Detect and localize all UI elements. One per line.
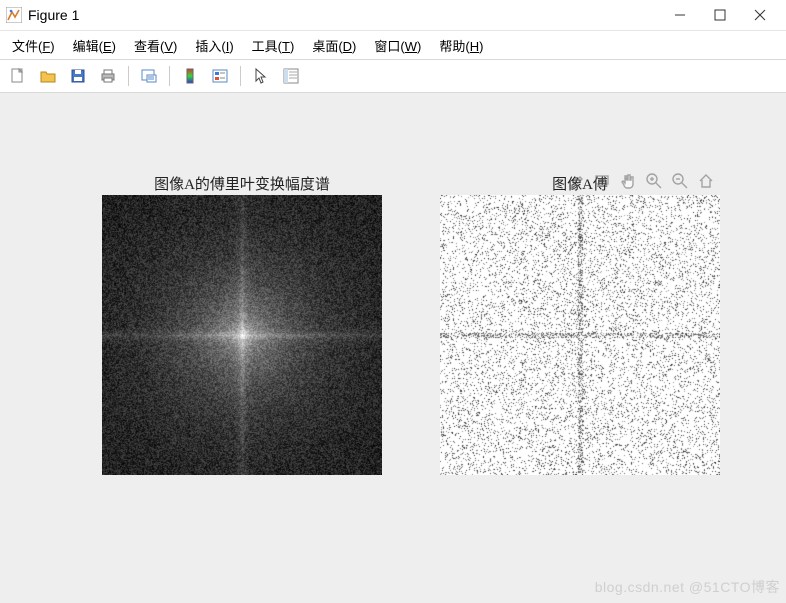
menu-bar: 文件(F) 编辑(E) 查看(V) 插入(I) 工具(T) 桌面(D) 窗口(W… xyxy=(0,31,786,60)
fft-phase-image[interactable] xyxy=(440,195,720,475)
figure-toolbar xyxy=(0,60,786,93)
data-tip-icon[interactable] xyxy=(592,171,612,191)
colorbar-button[interactable] xyxy=(178,64,202,88)
subplot-left[interactable] xyxy=(102,195,382,475)
menu-window[interactable]: 窗口(W) xyxy=(370,34,425,57)
print-button[interactable] xyxy=(96,64,120,88)
toolbar-separator xyxy=(240,66,241,86)
open-button[interactable] xyxy=(36,64,60,88)
toolbar-separator xyxy=(128,66,129,86)
menu-help[interactable]: 帮助(H) xyxy=(435,34,487,57)
new-figure-button[interactable] xyxy=(6,64,30,88)
legend-button[interactable] xyxy=(208,64,232,88)
menu-tools[interactable]: 工具(T) xyxy=(248,34,299,57)
maximize-button[interactable] xyxy=(700,0,740,30)
home-icon[interactable] xyxy=(696,171,716,191)
figure-canvas-area: 图像A的傅里叶变换幅度谱 图像A傅 blog.csdn.net @51CTO博客 xyxy=(0,93,786,603)
axes-toolbar xyxy=(566,171,716,191)
subplot-right[interactable] xyxy=(440,195,720,475)
menu-view[interactable]: 查看(V) xyxy=(130,34,181,57)
pointer-button[interactable] xyxy=(249,64,273,88)
toolbar-separator xyxy=(169,66,170,86)
menu-file[interactable]: 文件(F) xyxy=(8,34,59,57)
fft-magnitude-image[interactable] xyxy=(102,195,382,475)
brush-icon[interactable] xyxy=(566,171,586,191)
menu-insert[interactable]: 插入(I) xyxy=(191,34,237,57)
close-button[interactable] xyxy=(740,0,780,30)
window-titlebar: Figure 1 xyxy=(0,0,786,31)
matlab-figure-icon xyxy=(6,7,22,23)
minimize-button[interactable] xyxy=(660,0,700,30)
window-title: Figure 1 xyxy=(28,7,79,23)
subplot-left-title: 图像A的傅里叶变换幅度谱 xyxy=(102,173,382,194)
watermark-text: blog.csdn.net @51CTO博客 xyxy=(595,577,780,597)
data-cursor-button[interactable] xyxy=(137,64,161,88)
menu-desktop[interactable]: 桌面(D) xyxy=(308,34,360,57)
pan-icon[interactable] xyxy=(618,171,638,191)
zoom-out-icon[interactable] xyxy=(670,171,690,191)
zoom-in-icon[interactable] xyxy=(644,171,664,191)
save-button[interactable] xyxy=(66,64,90,88)
property-inspector-button[interactable] xyxy=(279,64,303,88)
menu-edit[interactable]: 编辑(E) xyxy=(69,34,120,57)
